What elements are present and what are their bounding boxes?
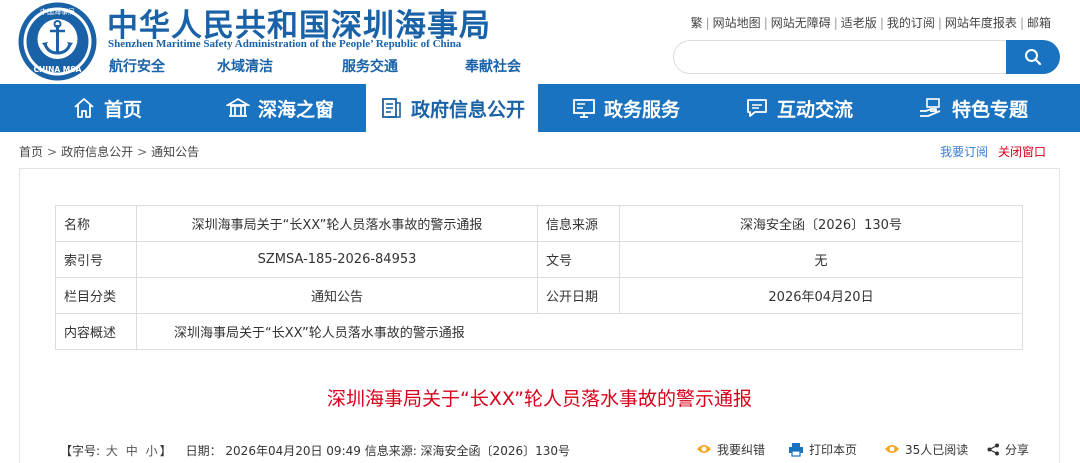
correct-label: 我要纠错 — [717, 442, 766, 457]
category-label: 栏目分类 — [55, 277, 137, 314]
chat-icon — [747, 99, 767, 117]
monitor-icon — [573, 99, 595, 118]
font-size-large[interactable]: 大 — [106, 444, 118, 458]
msa-logo[interactable]: 中国海事局 CHINA MSA — [17, 1, 98, 82]
read-count-label: 35人已阅读 — [905, 442, 969, 457]
info-table: 名称 深圳海事局关于“长XX”轮人员落水事故的警示通报 信息来源 深海安全函〔2… — [55, 205, 1023, 350]
nav-label: 政府信息公开 — [411, 98, 526, 121]
slogans: 航行安全 水域清洁 服务交通 奉献社会 — [107, 56, 527, 76]
printer-icon — [789, 442, 803, 457]
name-label: 名称 — [55, 205, 137, 242]
table-row: 栏目分类 通知公告 公开日期 2026年04月20日 — [55, 277, 1023, 314]
pubdate-value: 2026年04月20日 — [619, 277, 1023, 314]
font-size-suffix: 】 — [159, 444, 172, 458]
main-nav: 首页 深海之窗 政府信息公开 政务服务 互动交流 特色专题 — [0, 83, 1080, 133]
search-button[interactable] — [1006, 40, 1060, 74]
nav-interaction[interactable]: 互动交流 — [745, 84, 853, 132]
share-label: 分享 — [1005, 442, 1030, 457]
breadcrumb-notices[interactable]: 通知公告 — [151, 145, 199, 159]
docno-value: 无 — [619, 241, 1023, 278]
index-value: SZMSA-185-2026-84953 — [136, 241, 538, 278]
source-value: 深海安全函〔2026〕130号 — [619, 205, 1023, 242]
nav-label: 互动交流 — [777, 98, 854, 121]
publish-info: 日期： 2026年04月20日 09:49 信息来源: 深海安全函〔2026〕1… — [185, 444, 570, 458]
nav-home[interactable]: 首页 — [72, 84, 142, 132]
logo-text: CHINA MSA — [34, 65, 82, 74]
top-links: 繁 | 网站地图 | 网站无障碍 | 适老版 | 我的订阅 | 网站年度报表 | 邮箱 — [690, 16, 1051, 30]
search-icon — [1025, 49, 1042, 66]
category-value: 通知公告 — [136, 277, 538, 314]
nav-label: 政务服务 — [604, 98, 681, 121]
content-panel: 名称 深圳海事局关于“长XX”轮人员落水事故的警示通报 信息来源 深海安全函〔2… — [19, 168, 1060, 463]
site-header: 中国海事局 CHINA MSA 中华人民共和国深圳海事局 Shenzhen Ma… — [0, 0, 1080, 84]
home-icon — [74, 98, 94, 118]
table-row: 内容概述 深圳海事局关于“长XX”轮人员落水事故的警示通报 — [55, 313, 1023, 350]
breadcrumb-home[interactable]: 首页 — [19, 145, 43, 159]
top-link-sitemap[interactable]: 网站地图 — [713, 16, 761, 30]
pubdate-label: 公开日期 — [537, 277, 620, 314]
correct-button[interactable]: 我要纠错 — [696, 439, 765, 459]
slogan-item: 服务交通 — [342, 59, 398, 75]
nav-gov-service[interactable]: 政务服务 — [572, 84, 680, 132]
docno-label: 文号 — [537, 241, 620, 278]
page-actions: 我要订阅 关闭窗口 — [940, 143, 1046, 160]
summary-value: 深圳海事局关于“长XX”轮人员落水事故的警示通报 — [136, 313, 1023, 350]
top-link-annual-report[interactable]: 网站年度报表 — [945, 16, 1017, 30]
search-input[interactable] — [673, 40, 1007, 74]
top-link-traditional[interactable]: 繁 — [691, 16, 703, 30]
building-icon — [226, 97, 250, 117]
font-size-prefix: 【字号: — [60, 444, 101, 458]
hand-icon — [920, 98, 941, 117]
top-link-mail[interactable]: 邮箱 — [1027, 16, 1051, 30]
slogan-item: 航行安全 — [109, 59, 165, 75]
name-value: 深圳海事局关于“长XX”轮人员落水事故的警示通报 — [136, 205, 538, 242]
nav-gov-info[interactable]: 政府信息公开 — [366, 83, 538, 133]
top-link-elder[interactable]: 适老版 — [841, 16, 877, 30]
top-link-accessibility[interactable]: 网站无障碍 — [771, 16, 831, 30]
eye-icon — [697, 445, 711, 453]
info-bar: 【字号: 大 中 小】日期： 2026年04月20日 09:49 信息来源: 深… — [60, 442, 570, 459]
font-size-medium[interactable]: 中 — [126, 444, 138, 458]
slogan-item: 水域清洁 — [217, 59, 273, 75]
document-icon — [382, 98, 401, 118]
top-link-subscription[interactable]: 我的订阅 — [887, 16, 935, 30]
font-size-small[interactable]: 小 — [146, 444, 158, 458]
eye-icon — [885, 445, 899, 453]
table-row: 索引号 SZMSA-185-2026-84953 文号 无 — [55, 241, 1023, 278]
print-button[interactable]: 打印本页 — [788, 439, 857, 459]
nav-label: 首页 — [104, 98, 143, 121]
site-subtitle: Shenzhen Maritime Safety Administration … — [108, 38, 462, 50]
read-count: 35人已阅读 — [884, 439, 968, 459]
share-icon — [987, 443, 999, 455]
share-button[interactable]: 分享 — [987, 439, 1029, 459]
nav-shenhai-window[interactable]: 深海之窗 — [226, 84, 334, 132]
slogan-item: 奉献社会 — [465, 59, 521, 75]
breadcrumb: 首页 > 政府信息公开 > 通知公告 — [19, 145, 200, 159]
nav-label: 深海之窗 — [258, 98, 335, 121]
summary-label: 内容概述 — [55, 313, 137, 350]
close-window-link[interactable]: 关闭窗口 — [998, 145, 1046, 159]
logo-inner-text: 中国海事局 — [40, 7, 75, 16]
nav-special-topics[interactable]: 特色专题 — [918, 84, 1028, 132]
breadcrumb-gov-info[interactable]: 政府信息公开 — [61, 145, 133, 159]
table-row: 名称 深圳海事局关于“长XX”轮人员落水事故的警示通报 信息来源 深海安全函〔2… — [55, 205, 1023, 242]
index-label: 索引号 — [55, 241, 137, 278]
document-title: 深圳海事局关于“长XX”轮人员落水事故的警示通报 — [327, 388, 752, 410]
subscribe-link[interactable]: 我要订阅 — [940, 145, 988, 159]
print-label: 打印本页 — [809, 442, 858, 457]
nav-label: 特色专题 — [952, 98, 1029, 121]
source-label: 信息来源 — [537, 205, 620, 242]
